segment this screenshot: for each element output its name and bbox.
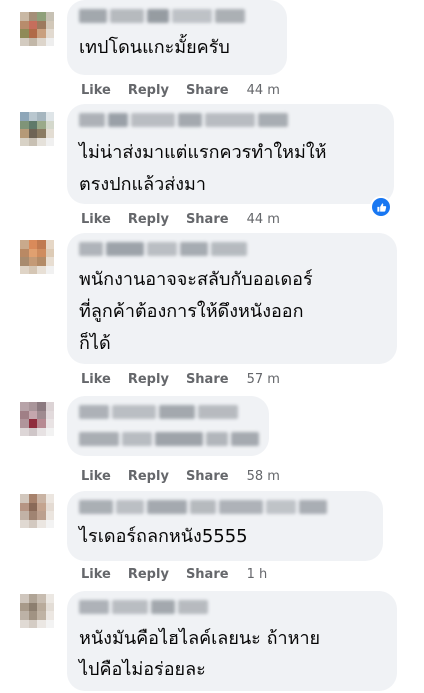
author-name[interactable] <box>79 113 288 127</box>
avatar[interactable] <box>20 112 54 146</box>
author-name[interactable] <box>79 500 327 514</box>
author-name[interactable] <box>79 9 245 23</box>
like-icon <box>372 198 390 216</box>
timestamp[interactable]: 58 m <box>247 469 280 484</box>
comment-text: ที่ลูกค้าต้องการให้ดึงหนังออก <box>79 301 304 322</box>
comment-bubble <box>67 396 269 456</box>
avatar[interactable] <box>20 12 54 46</box>
comment-actions: Like Reply Share 58 m <box>81 467 280 485</box>
comment-text: ตรงปกแล้วส่งมา <box>79 174 206 195</box>
comment-text: ก็ได้ <box>79 333 111 354</box>
reply-button[interactable]: Reply <box>128 469 169 484</box>
author-name[interactable] <box>79 242 247 256</box>
comment-actions: Like Reply Share 1 h <box>81 565 267 583</box>
like-button[interactable]: Like <box>81 372 111 387</box>
author-name[interactable] <box>79 600 208 614</box>
like-button[interactable]: Like <box>81 83 111 98</box>
reply-button[interactable]: Reply <box>128 567 169 582</box>
comment-actions: Like Reply Share 44 m <box>81 81 280 99</box>
like-button[interactable]: Like <box>81 469 111 484</box>
share-button[interactable]: Share <box>186 372 229 387</box>
comment-bubble: หนังมันคือไฮไลค์เลยนะ ถ้าหาย ไปคือไม่อร่… <box>67 591 397 691</box>
avatar[interactable] <box>20 494 54 528</box>
share-button[interactable]: Share <box>186 212 229 227</box>
reply-button[interactable]: Reply <box>128 212 169 227</box>
avatar[interactable] <box>20 240 54 274</box>
blurred-comment-text <box>79 432 259 446</box>
reply-button[interactable]: Reply <box>128 83 169 98</box>
timestamp[interactable]: 44 m <box>247 212 280 227</box>
comment-text: หนังมันคือไฮไลค์เลยนะ ถ้าหาย <box>79 628 321 649</box>
comment-text: เทปโดนแกะมั้ยครับ <box>79 37 230 58</box>
comment-bubble: ไรเดอร์ถลกหนัง5555 <box>67 491 383 561</box>
comment-text: ไรเดอร์ถลกหนัง5555 <box>79 526 248 547</box>
timestamp[interactable]: 44 m <box>247 83 280 98</box>
author-name[interactable] <box>79 405 238 419</box>
comment-actions: Like Reply Share 57 m <box>81 370 280 388</box>
share-button[interactable]: Share <box>186 83 229 98</box>
comment-actions: Like Reply Share 44 m <box>81 210 280 228</box>
share-button[interactable]: Share <box>186 567 229 582</box>
reply-button[interactable]: Reply <box>128 372 169 387</box>
comment-bubble: เทปโดนแกะมั้ยครับ <box>67 0 287 75</box>
comment-text: ไม่น่าส่งมาแต่แรกควรทำใหม่ให้ <box>79 142 327 163</box>
avatar[interactable] <box>20 594 54 628</box>
timestamp[interactable]: 1 h <box>247 567 268 582</box>
comment-bubble: พนักงานอาจจะสลับกับออเดอร์ ที่ลูกค้าต้อง… <box>67 233 397 364</box>
comment-text: พนักงานอาจจะสลับกับออเดอร์ <box>79 269 313 290</box>
timestamp[interactable]: 57 m <box>247 372 280 387</box>
avatar[interactable] <box>20 402 54 436</box>
share-button[interactable]: Share <box>186 469 229 484</box>
like-button[interactable]: Like <box>81 212 111 227</box>
comment-bubble: ไม่น่าส่งมาแต่แรกควรทำใหม่ให้ ตรงปกแล้วส… <box>67 104 394 204</box>
comment-text: ไปคือไม่อร่อยละ <box>79 659 206 680</box>
like-button[interactable]: Like <box>81 567 111 582</box>
reaction-badge[interactable] <box>370 196 392 218</box>
